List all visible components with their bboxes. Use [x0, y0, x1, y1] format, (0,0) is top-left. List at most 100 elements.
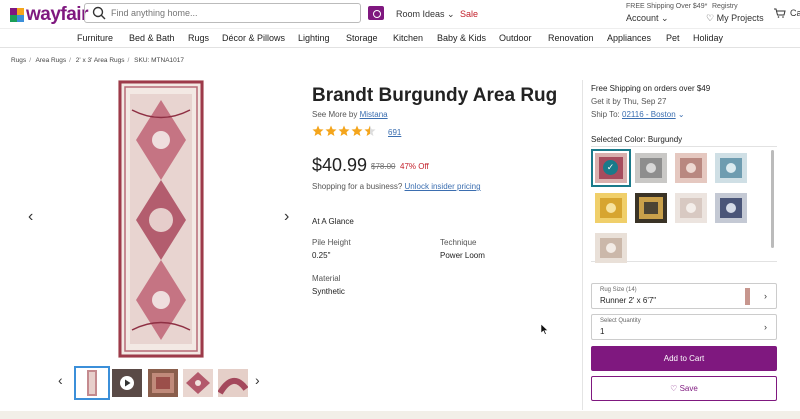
- mouse-cursor-icon: [541, 324, 549, 335]
- star-rating[interactable]: [312, 125, 377, 137]
- thumbs-prev-arrow-icon[interactable]: ‹: [58, 372, 63, 388]
- chevron-down-icon: ⌄: [661, 13, 669, 23]
- registry-link[interactable]: Registry: [712, 3, 738, 10]
- thumbnail-1[interactable]: [74, 366, 110, 400]
- nav-item-lighting[interactable]: Lighting: [298, 33, 330, 43]
- quantity-label: Select Quantity: [600, 318, 641, 324]
- thumbnail-video[interactable]: [112, 369, 142, 397]
- nav-item-bed-bath[interactable]: Bed & Bath: [129, 33, 175, 43]
- free-shipping-note[interactable]: FREE Shipping Over $49*: [626, 3, 707, 10]
- quantity-value: 1: [600, 327, 605, 336]
- rug-size-value: Runner 2' x 6'7": [600, 296, 657, 305]
- swatch-gray[interactable]: [635, 153, 667, 183]
- spec-value-material: Synthetic: [312, 287, 345, 296]
- heart-icon: ♡: [670, 384, 678, 393]
- sale-price: $40.99: [312, 155, 368, 175]
- add-to-cart-button[interactable]: Add to Cart: [591, 346, 777, 371]
- star-icon: [312, 125, 324, 136]
- nav-item-storage[interactable]: Storage: [346, 33, 378, 43]
- ship-to: Ship To: 02116 - Boston ⌄: [591, 110, 685, 119]
- swatch-scrollbar[interactable]: [771, 150, 774, 248]
- room-ideas-link[interactable]: Room Ideas ⌄: [396, 9, 455, 20]
- breadcrumb: Rugs / Area Rugs/ 2' x 3' Area Rugs / SKU:…: [11, 57, 185, 64]
- chevron-right-icon: ›: [764, 322, 767, 332]
- logo-mark-icon: [10, 8, 24, 22]
- camera-search-icon[interactable]: [368, 6, 384, 20]
- nav-item-furniture[interactable]: Furniture: [77, 33, 113, 43]
- swatch-blush[interactable]: [675, 153, 707, 183]
- checkmark-icon: ✓: [603, 160, 618, 175]
- insider-pricing-link[interactable]: Unlock insider pricing: [405, 182, 481, 191]
- sale-link[interactable]: Sale: [460, 9, 478, 19]
- wayfair-logo[interactable]: wayfair: [10, 4, 88, 26]
- nav-item-renovation[interactable]: Renovation: [548, 33, 594, 43]
- star-icon: [351, 125, 363, 136]
- thumbnail-3[interactable]: [148, 369, 178, 397]
- review-count-link[interactable]: 691: [388, 128, 401, 137]
- thumbnail-4[interactable]: [183, 369, 213, 397]
- swatch-yellow[interactable]: [595, 193, 627, 223]
- breadcrumb-sku: SKU: MTNA1017: [134, 57, 185, 64]
- spec-value-pile-height: 0.25": [312, 251, 331, 260]
- top-header: wayfair Room Ideas ⌄ Sale FREE Shipping …: [0, 0, 800, 28]
- runner-size-icon: [745, 288, 750, 305]
- nav-item-pet[interactable]: Pet: [666, 33, 680, 43]
- nav-item-appliances[interactable]: Appliances: [607, 33, 651, 43]
- spec-label-technique: Technique: [440, 238, 477, 247]
- my-projects-link[interactable]: ♡ My Projects: [706, 13, 764, 24]
- original-price: $78.00: [371, 162, 396, 171]
- cart-icon[interactable]: [774, 8, 786, 18]
- half-star-icon: [364, 125, 376, 136]
- nav-item-holiday[interactable]: Holiday: [693, 33, 723, 43]
- chevron-down-icon: ⌄: [447, 9, 455, 19]
- breadcrumb-area-rugs[interactable]: Area Rugs: [35, 57, 66, 64]
- color-swatch-grid: ✓: [591, 146, 777, 263]
- spec-value-technique: Power Loom: [440, 251, 485, 260]
- footer-band: [0, 411, 800, 419]
- thumbnail-5[interactable]: [218, 369, 248, 397]
- discount-badge: 47% Off: [400, 162, 429, 171]
- thumbs-next-arrow-icon[interactable]: ›: [255, 372, 260, 388]
- gallery-prev-arrow-icon[interactable]: ‹: [28, 208, 33, 226]
- quantity-selector[interactable]: Select Quantity 1 ›: [591, 314, 777, 340]
- rug-size-selector[interactable]: Rug Size (14) Runner 2' x 6'7" ›: [591, 283, 777, 309]
- brand-link[interactable]: Mistana: [360, 110, 388, 119]
- swatch-beige[interactable]: [595, 233, 627, 263]
- business-pricing: Shopping for a business? Unlock insider …: [312, 182, 481, 191]
- logo-text: wayfair: [26, 4, 88, 25]
- gallery-next-arrow-icon[interactable]: ›: [284, 208, 289, 226]
- product-main-image[interactable]: [118, 80, 204, 358]
- selected-check-wrap: ✓: [595, 153, 627, 183]
- star-icon: [325, 125, 337, 136]
- ship-to-zip-link[interactable]: 02116 - Boston: [622, 110, 676, 119]
- chevron-down-icon[interactable]: ⌄: [678, 110, 685, 119]
- panel-divider: [582, 80, 583, 410]
- search-icon: [92, 6, 106, 20]
- spec-label-pile-height: Pile Height: [312, 238, 351, 247]
- nav-item-outdoor[interactable]: Outdoor: [499, 33, 532, 43]
- swatch-light-blue[interactable]: [715, 153, 747, 183]
- selected-color-label: Selected Color: Burgundy: [591, 135, 683, 144]
- heart-icon: ♡: [706, 13, 715, 23]
- spec-label-material: Material: [312, 274, 341, 283]
- product-title: Brandt Burgundy Area Rug: [312, 85, 558, 106]
- swatch-cream[interactable]: [675, 193, 707, 223]
- swatch-gold-black[interactable]: [635, 193, 667, 223]
- account-menu[interactable]: Account ⌄: [626, 13, 669, 24]
- nav-item-decor-pillows[interactable]: Décor & Pillows: [222, 33, 285, 43]
- cart-label[interactable]: Cart: [790, 8, 800, 18]
- nav-item-rugs[interactable]: Rugs: [188, 33, 209, 43]
- search-bar[interactable]: [84, 3, 361, 23]
- free-shipping-line: Free Shipping on orders over $49: [591, 84, 711, 93]
- chevron-right-icon: ›: [764, 291, 767, 301]
- nav-item-kitchen[interactable]: Kitchen: [393, 33, 423, 43]
- breadcrumb-rugs[interactable]: Rugs: [11, 57, 26, 64]
- swatch-navy[interactable]: [715, 193, 747, 223]
- save-button[interactable]: ♡ Save: [591, 376, 777, 401]
- rug-size-label: Rug Size (14): [600, 287, 637, 293]
- breadcrumb-2x3-rugs[interactable]: 2' x 3' Area Rugs: [76, 57, 125, 64]
- at-a-glance-heading: At A Glance: [312, 217, 354, 226]
- search-input[interactable]: [111, 8, 351, 18]
- delivery-date: Get it by Thu, Sep 27: [591, 97, 667, 106]
- nav-item-baby-kids[interactable]: Baby & Kids: [437, 33, 486, 43]
